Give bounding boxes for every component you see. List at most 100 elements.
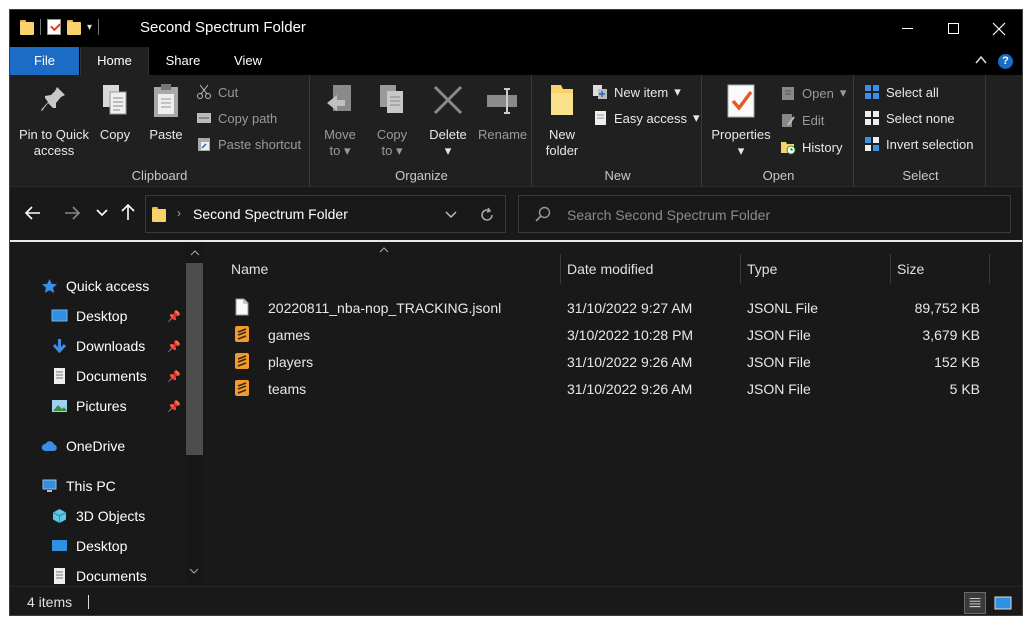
copy-path-button[interactable]: Copy path [196, 107, 277, 129]
select-group-label: Select [902, 168, 939, 183]
close-button[interactable] [976, 10, 1022, 47]
back-arrow-icon[interactable] [24, 205, 42, 221]
minimize-button[interactable] [884, 10, 930, 47]
rename-icon [485, 81, 519, 121]
nav-item-pc-documents[interactable]: Documents [51, 564, 147, 588]
organize-group-label: Organize [395, 168, 448, 183]
nav-item-3d-objects[interactable]: 3D Objects [51, 504, 145, 528]
copy-to-button[interactable]: Copy to ▾ [372, 81, 412, 159]
select-all-icon [864, 84, 880, 100]
invert-selection-icon [864, 136, 880, 152]
address-bar[interactable]: › Second Spectrum Folder [145, 195, 506, 233]
nav-item-onedrive[interactable]: OneDrive [41, 434, 125, 458]
sublime-file-icon [234, 379, 250, 397]
new-item-button[interactable]: New item ▾ [592, 81, 681, 103]
folder-icon [20, 19, 34, 35]
invert-selection-button[interactable]: Invert selection [864, 133, 973, 155]
scrollbar-thumb[interactable] [186, 263, 203, 455]
column-header-type[interactable]: Type [723, 254, 873, 284]
new-folder-button[interactable]: New folder [540, 81, 584, 159]
refresh-icon[interactable] [479, 207, 495, 223]
cut-button[interactable]: Cut [196, 81, 238, 103]
nav-item-desktop[interactable]: Desktop [51, 304, 127, 328]
nav-item-pictures[interactable]: Pictures [51, 394, 127, 418]
up-arrow-icon[interactable] [121, 203, 135, 221]
properties-button[interactable]: Properties ▾ [708, 81, 774, 159]
delete-button[interactable]: Delete ▾ [426, 81, 470, 159]
copy-path-label: Copy path [218, 110, 278, 126]
properties-label: Properties [711, 127, 771, 142]
search-box[interactable] [518, 195, 1011, 233]
pin-label-line2: access [33, 143, 75, 158]
pinned-icon: 📌 [167, 341, 181, 353]
sublime-file-icon [234, 352, 250, 370]
history-button[interactable]: History [780, 136, 842, 158]
cloud-icon [41, 438, 58, 454]
properties-checkmark-icon [724, 81, 758, 121]
recent-locations-chevron-down-icon[interactable] [96, 209, 108, 217]
delete-label: Delete [429, 127, 467, 142]
paste-button[interactable]: Paste [146, 81, 186, 143]
column-header-size[interactable]: Size [873, 254, 973, 284]
open-button[interactable]: Open ▾ [780, 82, 846, 104]
desktop-icon [51, 538, 68, 554]
pin-label-line1: Pin to Quick [18, 127, 90, 142]
nav-item-documents[interactable]: Documents [51, 364, 147, 388]
breadcrumb-current-folder[interactable]: Second Spectrum Folder [193, 206, 348, 222]
delete-dropdown-chevron-icon[interactable]: ▾ [426, 143, 470, 159]
column-header-date-modified[interactable]: Date modified [543, 254, 723, 284]
select-group: Select all Select none Invert selection … [856, 75, 986, 187]
new-folder-icon[interactable] [67, 19, 81, 35]
select-all-button[interactable]: Select all [864, 81, 939, 103]
table-row[interactable]: games 3/10/2022 10:28 PM JSON File 3,679… [207, 322, 980, 349]
large-icons-view-icon[interactable] [992, 592, 1014, 614]
open-group: Properties ▾ Open ▾ Edit History Open [704, 75, 854, 187]
nav-item-quick-access[interactable]: Quick access [41, 274, 149, 298]
edit-pencil-icon [780, 112, 796, 128]
column-header-name[interactable]: Name [207, 254, 560, 284]
properties-icon[interactable] [47, 19, 61, 35]
nav-item-pc-desktop[interactable]: Desktop [51, 534, 127, 558]
file-date: 3/10/2022 10:28 PM [567, 327, 694, 343]
quick-access-toolbar: ▾ [20, 19, 100, 35]
address-history-chevron-down-icon[interactable] [445, 211, 457, 219]
documents-icon [51, 568, 68, 584]
new-item-label: New item [614, 84, 669, 100]
easy-access-button[interactable]: Easy access ▾ [592, 107, 700, 129]
tab-view[interactable]: View [223, 47, 273, 75]
edit-button[interactable]: Edit [780, 109, 824, 131]
nav-item-this-pc[interactable]: This PC [41, 474, 116, 498]
select-none-button[interactable]: Select none [864, 107, 955, 129]
pin-to-quick-access-button[interactable]: Pin to Quick access [18, 81, 90, 159]
details-view-icon[interactable] [964, 592, 986, 614]
copy-button[interactable]: Copy [96, 81, 134, 143]
breadcrumb-chevron-icon[interactable]: › [177, 206, 181, 220]
forward-arrow-icon[interactable] [63, 205, 81, 221]
customize-toolbar-chevron-icon[interactable]: ▾ [87, 22, 92, 33]
easy-access-icon [592, 110, 608, 126]
maximize-button[interactable] [930, 10, 976, 47]
select-none-icon [864, 110, 880, 126]
column-divider[interactable] [989, 254, 990, 284]
table-row[interactable]: teams 31/10/2022 9:26 AM JSON File 5 KB [207, 376, 980, 403]
copy-to-label-line1: Copy [376, 127, 408, 142]
properties-dropdown-chevron-icon[interactable]: ▾ [708, 143, 774, 159]
file-size: 5 KB [949, 381, 980, 397]
tab-file[interactable]: File [10, 47, 79, 75]
nav-item-downloads[interactable]: Downloads [51, 334, 145, 358]
table-row[interactable]: 20220811_nba-nop_TRACKING.jsonl 31/10/20… [207, 295, 980, 322]
tab-home[interactable]: Home [80, 47, 149, 75]
scroll-up-chevron-icon[interactable] [190, 250, 200, 256]
search-input[interactable] [567, 205, 987, 225]
file-name: games [268, 327, 311, 343]
rename-button[interactable]: Rename [478, 81, 527, 143]
desktop-icon [51, 308, 68, 324]
help-icon[interactable]: ? [998, 54, 1013, 69]
new-folder-label-line2: folder [545, 143, 579, 158]
paste-shortcut-button[interactable]: Paste shortcut [196, 133, 301, 155]
move-to-button[interactable]: Move to ▾ [320, 81, 360, 159]
table-row[interactable]: players 31/10/2022 9:26 AM JSON File 152… [207, 349, 980, 376]
scroll-down-chevron-icon[interactable] [189, 568, 199, 574]
tab-share[interactable]: Share [155, 47, 211, 75]
collapse-ribbon-chevron-up-icon[interactable] [974, 53, 988, 67]
